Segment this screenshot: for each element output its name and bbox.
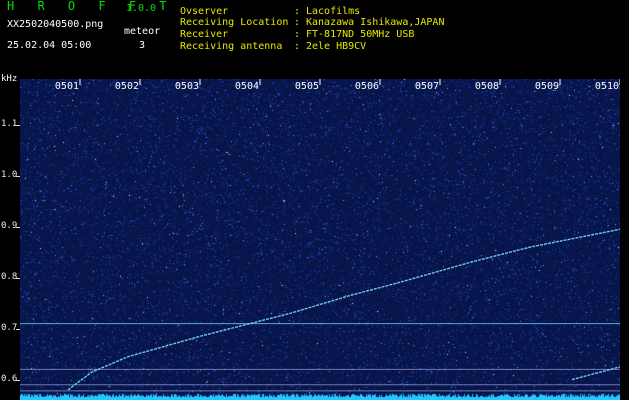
y-tick-label: 0.6 <box>1 373 18 384</box>
detection-type: meteor <box>124 26 161 37</box>
receiver-value: FT-817ND 50MHz USB <box>306 29 415 40</box>
location-label: Receiving Location <box>180 17 289 28</box>
x-tick-label: 0501 <box>55 81 79 92</box>
y-axis-unit: kHz <box>1 74 18 84</box>
observer-separator: : <box>294 6 301 17</box>
y-tick-label: 0.9 <box>1 220 18 231</box>
x-tick-label: 0508 <box>475 81 499 92</box>
app-version: 1.0.0 <box>126 3 157 14</box>
signal-trace <box>67 228 620 391</box>
y-tick-label: 1.1 <box>1 118 18 129</box>
x-tick-label: 0507 <box>415 81 439 92</box>
receiver-label: Receiver <box>180 29 229 40</box>
capture-datetime: 25.02.04 05:00 <box>7 40 92 51</box>
location-value: Kanazawa Ishikawa,JAPAN <box>306 17 445 28</box>
signal-trace <box>571 366 620 381</box>
location-separator: : <box>294 17 301 28</box>
header-panel: H R O F F T 1.0.0 XX2502040500.png meteo… <box>0 0 629 74</box>
x-tick-label: 0505 <box>295 81 319 92</box>
file-name: XX2502040500.png <box>7 19 104 30</box>
antenna-separator: : <box>294 41 301 52</box>
x-tick-label: 0506 <box>355 81 379 92</box>
y-tick-label: 0.8 <box>1 271 18 282</box>
receiver-separator: : <box>294 29 301 40</box>
x-tick-label: 0510 <box>595 81 619 92</box>
x-tick-label: 0504 <box>235 81 259 92</box>
spectrogram-overlay: 0501 0502 0503 0504 0505 0506 0507 0508 0509 0510 <box>20 79 620 392</box>
y-tick-label: 1.0 <box>1 169 18 180</box>
observer-value: Lacofilms <box>306 6 361 17</box>
antenna-label: Receiving antenna <box>180 41 283 52</box>
x-tick-label: 0503 <box>175 81 199 92</box>
detection-count: 3 <box>139 40 146 51</box>
y-tick-label: 0.7 <box>1 322 18 333</box>
x-tick-label: 0509 <box>535 81 559 92</box>
observer-label: Ovserver <box>180 6 229 17</box>
x-tick-label: 0502 <box>115 81 139 92</box>
antenna-value: 2ele HB9CV <box>306 41 367 52</box>
spectrogram-plot: 0501 0502 0503 0504 0505 0506 0507 0508 0509 0510 <box>20 79 620 400</box>
